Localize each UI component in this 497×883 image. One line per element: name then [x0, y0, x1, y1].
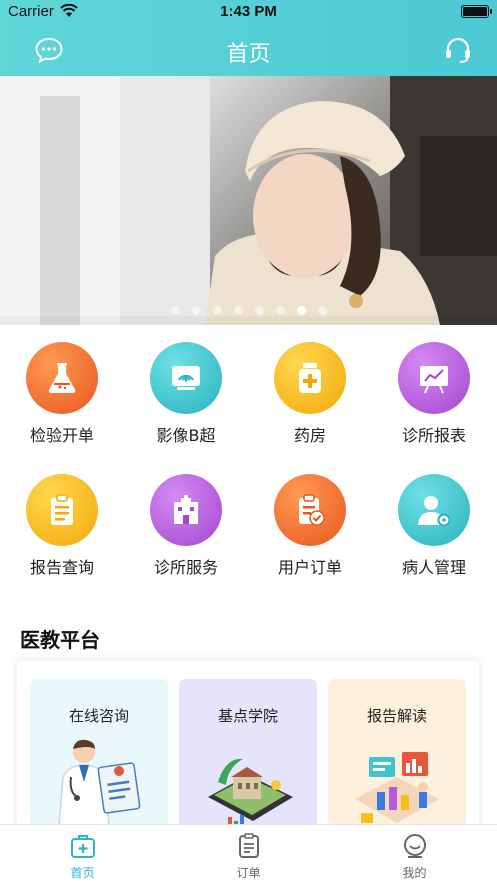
service-report-query[interactable]: 报告查询: [0, 457, 124, 589]
service-pharmacy[interactable]: 药房: [248, 325, 372, 457]
medicine-bottle-icon: [274, 342, 346, 414]
carousel-dot[interactable]: [191, 306, 201, 315]
tab-label: 首页: [70, 866, 95, 880]
carousel-dots[interactable]: [0, 306, 497, 315]
service-clinic-report[interactable]: 诊所报表: [372, 325, 496, 457]
patient-gear-icon: [398, 474, 470, 546]
page-title: 首页: [226, 42, 271, 67]
academy-illustration-icon: [208, 758, 293, 829]
ultrasound-monitor-icon: [150, 342, 222, 414]
doctor-illustration-icon: [58, 739, 141, 828]
service-patient-management[interactable]: 病人管理: [372, 457, 496, 589]
service-label: 病人管理: [401, 558, 466, 577]
headset-icon[interactable]: [443, 35, 473, 65]
hospital-icon: [150, 474, 222, 546]
edu-item-academy[interactable]: 基点学院: [179, 679, 317, 830]
carousel-dot[interactable]: [275, 306, 285, 315]
smiley-user-icon: [404, 834, 426, 858]
carousel-dot[interactable]: [212, 306, 222, 315]
carousel-dot[interactable]: [233, 306, 243, 315]
banner-carousel[interactable]: [0, 76, 497, 325]
nav-bar: 首页: [0, 24, 497, 76]
service-lab-order[interactable]: 检验开单: [0, 325, 124, 457]
order-check-icon: [274, 474, 346, 546]
tab-mine[interactable]: 我的: [332, 825, 497, 883]
medical-kit-icon: [71, 835, 95, 858]
tab-orders[interactable]: 订单: [166, 825, 331, 883]
battery-icon: [461, 5, 492, 18]
edu-item-label: 在线咨询: [68, 707, 129, 725]
service-label: 诊所服务: [153, 558, 218, 577]
carousel-dot[interactable]: [254, 306, 264, 315]
service-label: 药房: [293, 426, 326, 445]
service-label: 检验开单: [29, 426, 94, 445]
report-illustration-icon: [355, 752, 439, 823]
service-label: 报告查询: [29, 558, 94, 577]
tab-label: 我的: [402, 866, 427, 880]
order-list-icon: [239, 833, 259, 858]
service-user-orders[interactable]: 用户订单: [248, 457, 372, 589]
clipboard-icon: [26, 474, 98, 546]
status-time: 1:43 PM: [220, 3, 277, 20]
carousel-dot-active[interactable]: [296, 306, 306, 315]
service-label: 诊所报表: [401, 426, 466, 445]
edu-item-label: 报告解读: [366, 707, 427, 725]
tab-home[interactable]: 首页: [0, 825, 165, 883]
section-title-edu: 医教平台: [20, 628, 100, 652]
service-label: 影像B超: [156, 426, 216, 445]
tab-label: 订单: [236, 866, 261, 880]
service-label: 用户订单: [277, 558, 342, 577]
edu-item-label: 基点学院: [217, 707, 278, 725]
service-clinic-service[interactable]: 诊所服务: [124, 457, 248, 589]
edu-item-online-consult[interactable]: 在线咨询: [30, 679, 168, 830]
flask-icon: [26, 342, 98, 414]
status-bar: Carrier 1:43 PM: [0, 0, 497, 24]
carousel-dot[interactable]: [317, 306, 327, 315]
edu-card: 在线咨询 基点学院 报告解读: [17, 660, 479, 830]
service-imaging[interactable]: 影像B超: [124, 325, 248, 457]
banner-image: [0, 76, 497, 325]
edu-item-report-interpret[interactable]: 报告解读: [328, 679, 466, 830]
carousel-dot[interactable]: [170, 306, 180, 315]
chart-board-icon: [398, 342, 470, 414]
tab-bar: 首页 订单 我的: [0, 824, 497, 883]
